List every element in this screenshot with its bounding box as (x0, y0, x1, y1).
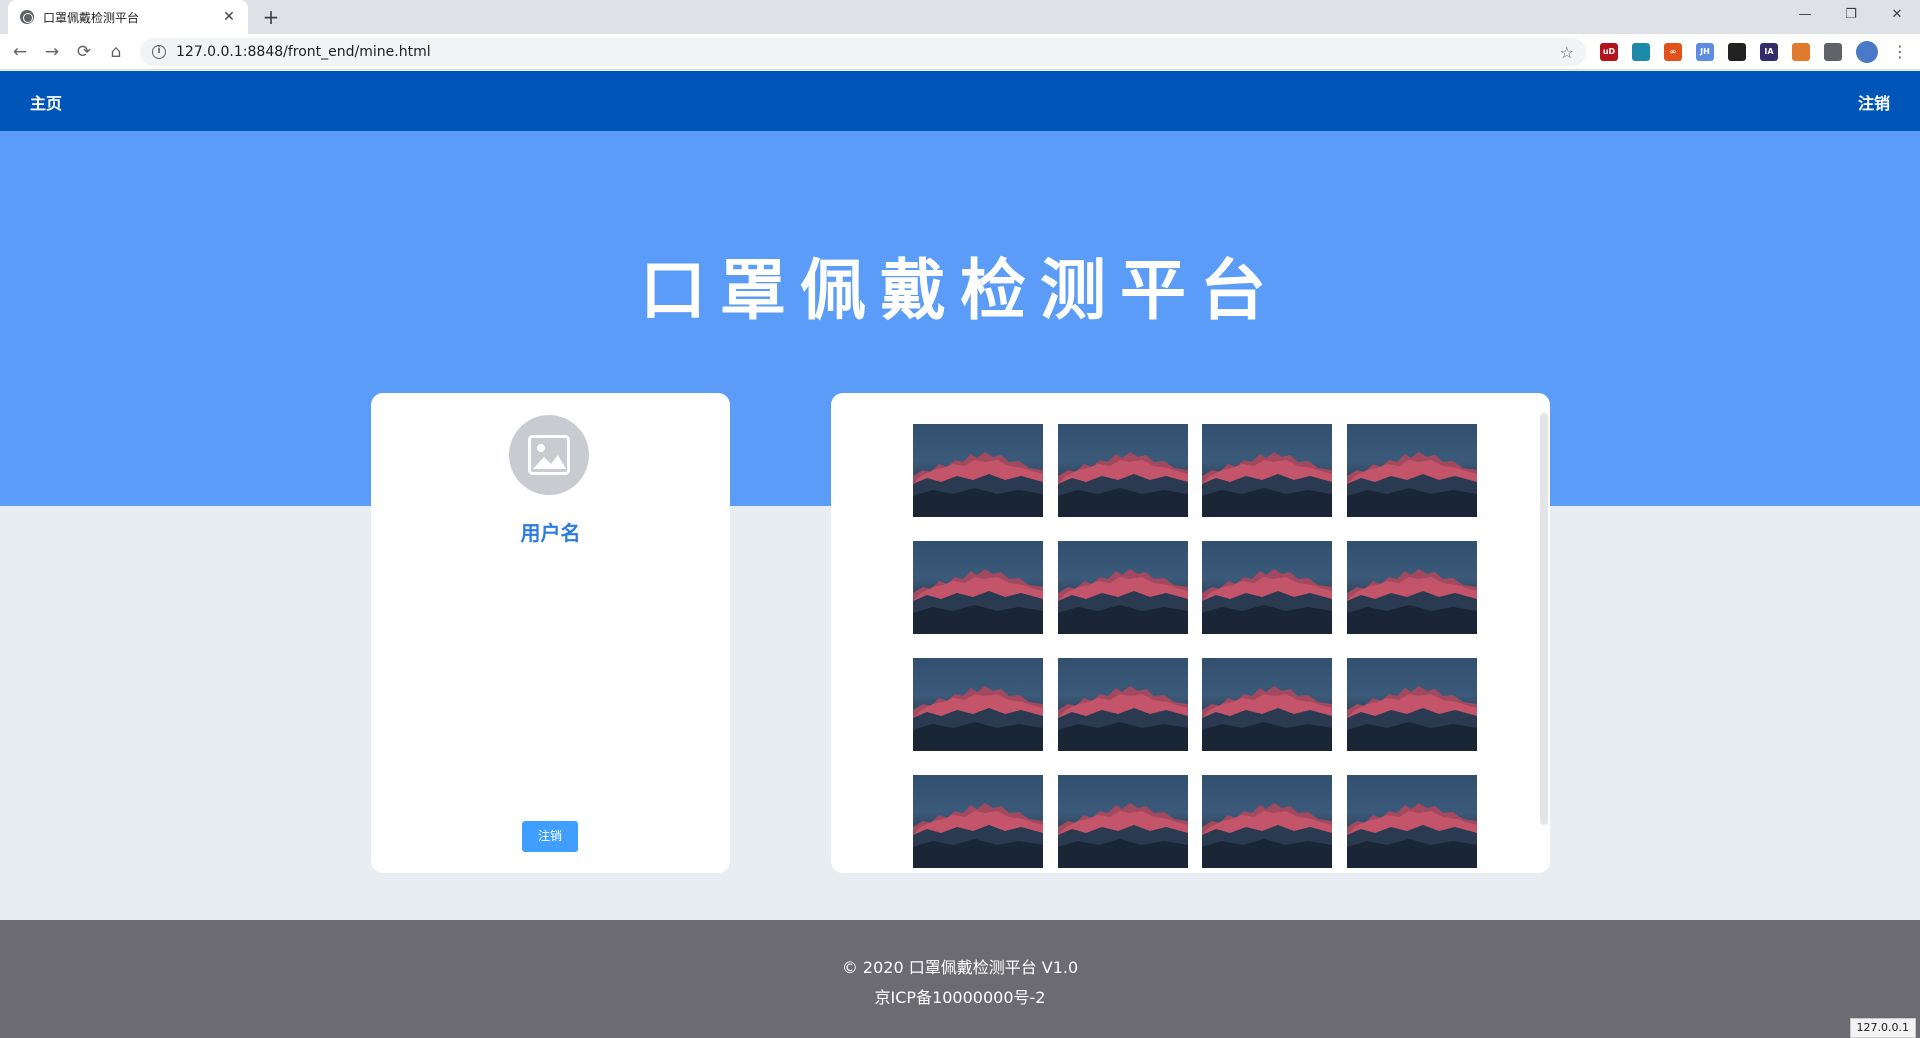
gallery-image[interactable] (913, 541, 1043, 634)
hero-title: 口罩佩戴检测平台 (640, 252, 1280, 329)
new-tab-button[interactable]: + (258, 4, 284, 30)
address-bar[interactable]: i 127.0.0.1:8848/front_end/mine.html ☆ (140, 38, 1586, 66)
browser-tab[interactable]: 口罩佩戴检测平台 ✕ (8, 0, 248, 34)
url-text[interactable]: 127.0.0.1:8848/front_end/mine.html (176, 44, 1560, 60)
tab-title: 口罩佩戴检测平台 (43, 10, 140, 25)
footer: © 2020 口罩佩戴检测平台 V1.0 京ICP备10000000号-2 (0, 920, 1920, 1038)
extension-icon[interactable] (1792, 43, 1810, 61)
gallery-image[interactable] (1347, 775, 1478, 868)
image-gallery (913, 424, 1478, 868)
gallery-image[interactable] (1202, 424, 1333, 517)
gallery-image[interactable] (1057, 658, 1188, 751)
home-button[interactable]: ⌂ (104, 40, 128, 64)
tab-close-icon[interactable]: ✕ (220, 9, 238, 25)
gallery-image[interactable] (1057, 775, 1188, 868)
gallery-image[interactable] (1347, 541, 1478, 634)
extension-icon[interactable]: ∞ (1664, 43, 1682, 61)
nav-home-link[interactable]: 主页 (30, 90, 62, 114)
page: 主页 注销 口罩佩戴检测平台 用户名 注销 © 2020 口罩佩戴检测平台 V1… (0, 71, 1920, 1038)
gallery-image[interactable] (1057, 424, 1188, 517)
gallery-image[interactable] (1202, 775, 1333, 868)
gallery-image[interactable] (1057, 541, 1188, 634)
menu-kebab-icon[interactable]: ⋮ (1892, 41, 1908, 63)
gallery-image[interactable] (1347, 658, 1478, 751)
forward-button[interactable]: → (40, 40, 64, 64)
top-navbar: 主页 注销 (0, 71, 1920, 131)
info-icon[interactable]: i (152, 45, 166, 59)
footer-copyright: © 2020 口罩佩戴检测平台 V1.0 (841, 958, 1079, 977)
bookmark-star-icon[interactable]: ☆ (1560, 43, 1574, 62)
gallery-image[interactable] (913, 775, 1043, 868)
image-placeholder-icon (528, 435, 570, 475)
globe-icon (20, 10, 34, 24)
extension-icon[interactable]: uD (1600, 43, 1618, 61)
close-window-button[interactable]: ✕ (1874, 0, 1920, 30)
profile-card: 用户名 注销 (371, 393, 730, 873)
extension-icon[interactable]: JH (1696, 43, 1714, 61)
browser-toolbar: ← → ⟳ ⌂ i 127.0.0.1:8848/front_end/mine.… (0, 34, 1920, 70)
gallery-image[interactable] (1202, 658, 1333, 751)
gallery-image[interactable] (1202, 541, 1333, 634)
restore-button[interactable]: ❐ (1828, 0, 1874, 30)
reload-button[interactable]: ⟳ (72, 40, 96, 64)
profile-avatar-icon[interactable] (1856, 41, 1878, 63)
logout-button[interactable]: 注销 (522, 821, 578, 852)
extension-icon[interactable]: IA (1760, 43, 1778, 61)
minimize-button[interactable]: — (1782, 0, 1828, 30)
gallery-scrollbar[interactable] (1540, 413, 1548, 825)
browser-tab-strip: 口罩佩戴检测平台 ✕ + — ❐ ✕ (0, 0, 1920, 34)
extension-icon[interactable] (1824, 43, 1842, 61)
nav-logout-link[interactable]: 注销 (1858, 90, 1890, 114)
extension-icon[interactable] (1632, 43, 1650, 61)
gallery-image[interactable] (913, 424, 1043, 517)
extension-icon[interactable] (1728, 43, 1746, 61)
username-label: 用户名 (520, 521, 581, 545)
back-button[interactable]: ← (8, 40, 32, 64)
status-bar: 127.0.0.1 (1849, 1018, 1916, 1038)
footer-icp: 京ICP备10000000号-2 (874, 988, 1046, 1007)
avatar (509, 415, 589, 495)
gallery-card (831, 393, 1550, 873)
gallery-image[interactable] (913, 658, 1043, 751)
gallery-image[interactable] (1347, 424, 1478, 517)
